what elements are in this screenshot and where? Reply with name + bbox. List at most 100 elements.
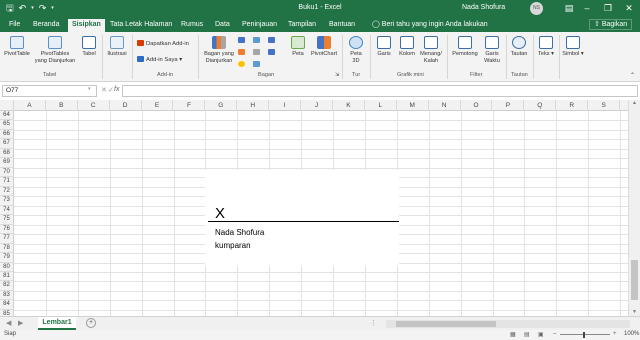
tab-insert[interactable]: Sisipkan <box>68 19 105 32</box>
timeline-button[interactable]: Garis Waktu <box>481 36 503 64</box>
tab-split-handle-icon[interactable]: ⋮ <box>370 319 377 327</box>
ribbon-display-options-icon[interactable]: ▤ <box>562 2 576 14</box>
line-chart-button[interactable] <box>238 49 247 56</box>
column-header[interactable]: K <box>333 100 365 111</box>
row-header[interactable]: 83 <box>0 290 14 301</box>
sheet-tab-lembar1[interactable]: Lembar1 <box>38 317 76 330</box>
recommended-charts-button[interactable]: Bagan yang Dianjurkan <box>201 36 237 64</box>
tab-home[interactable]: Beranda <box>33 20 59 30</box>
add-sheet-icon[interactable]: + <box>86 318 96 328</box>
row-header[interactable]: 84 <box>0 300 14 310</box>
row-header[interactable]: 82 <box>0 281 14 291</box>
sparkline-column-button[interactable]: Kolom <box>396 36 418 58</box>
sparkline-winloss-button[interactable]: Menang/Kalah <box>418 36 444 64</box>
column-header[interactable]: H <box>237 100 270 111</box>
row-header[interactable]: 68 <box>0 148 14 159</box>
slicer-button[interactable]: Pemotong <box>451 36 479 58</box>
column-header[interactable]: A <box>14 100 46 111</box>
insert-function-icon[interactable]: fx <box>114 86 119 93</box>
row-header[interactable]: 67 <box>0 139 14 149</box>
sparkline-line-button[interactable]: Garis <box>373 36 395 58</box>
column-header[interactable]: F <box>174 100 206 111</box>
zoom-slider[interactable] <box>560 334 610 335</box>
signature-line[interactable]: X Nada Shofura kumparan <box>205 170 399 266</box>
vertical-scroll-thumb[interactable] <box>631 260 638 300</box>
column-header[interactable]: J <box>301 100 333 111</box>
waterfall-chart-button[interactable] <box>253 49 262 56</box>
pivottable-button[interactable]: PivotTable <box>4 36 30 58</box>
collapse-ribbon-icon[interactable]: ⌃ <box>630 72 635 79</box>
combo-chart-button[interactable] <box>268 49 277 56</box>
statistic-chart-button[interactable] <box>268 37 277 44</box>
row-header[interactable]: 72 <box>0 186 14 197</box>
row-header[interactable]: 71 <box>0 177 14 187</box>
cancel-icon[interactable]: ✕ <box>101 86 107 94</box>
name-box[interactable]: O77 <box>2 85 97 97</box>
link-button[interactable]: Tautan <box>508 36 530 58</box>
select-all-button[interactable] <box>0 100 14 111</box>
minimize-icon[interactable]: – <box>580 2 594 14</box>
worksheet-grid[interactable]: ABCDEFGHIJKLMNOPQRS X Nada Shofura kumpa… <box>0 100 628 316</box>
close-icon[interactable]: ✕ <box>622 2 636 14</box>
symbol-button[interactable]: Simbol ▾ <box>562 36 584 58</box>
zoom-out-icon[interactable]: – <box>553 331 556 337</box>
column-header[interactable]: I <box>269 100 302 111</box>
pivotchart-button[interactable]: PivotChart <box>309 36 339 58</box>
scroll-down-icon[interactable]: ▼ <box>629 309 640 315</box>
charts-dialog-launcher-icon[interactable]: ⇲ <box>335 72 339 78</box>
column-chart-button[interactable] <box>238 37 247 44</box>
user-name[interactable]: Nada Shofura <box>462 4 505 11</box>
text-button[interactable]: Teks ▾ <box>536 36 556 58</box>
avatar[interactable]: NS <box>530 2 543 15</box>
column-header[interactable]: G <box>205 100 238 111</box>
illustrations-button[interactable]: Ilustrasi <box>104 36 130 58</box>
row-header[interactable]: 77 <box>0 234 14 244</box>
zoom-level[interactable]: 100% <box>624 331 639 337</box>
page-break-view-icon[interactable]: ▣ <box>538 331 544 338</box>
row-header[interactable]: 75 <box>0 215 14 225</box>
zoom-slider-knob[interactable] <box>583 332 585 338</box>
horizontal-scrollbar[interactable] <box>386 320 630 328</box>
tab-review[interactable]: Peninjauan <box>242 20 277 30</box>
chevron-down-icon[interactable]: ▾ <box>88 86 91 92</box>
row-header[interactable]: 70 <box>0 167 14 178</box>
maps-button[interactable]: Peta <box>289 36 307 58</box>
row-header[interactable]: 69 <box>0 158 14 168</box>
row-header[interactable]: 81 <box>0 271 14 282</box>
row-header[interactable]: 73 <box>0 196 14 206</box>
recommended-pivottables-button[interactable]: PivotTables yang Dianjurkan <box>34 36 76 64</box>
row-header[interactable]: 76 <box>0 224 14 235</box>
row-header[interactable]: 64 <box>0 111 14 121</box>
column-header[interactable]: L <box>365 100 397 111</box>
tab-file[interactable]: File <box>9 20 20 30</box>
tab-view[interactable]: Tampilan <box>288 20 316 30</box>
next-sheet-icon[interactable]: ▶ <box>18 319 23 327</box>
share-button[interactable]: ⇧ Bagikan <box>589 19 633 30</box>
get-addins-button[interactable]: Dapatkan Add-in <box>137 40 189 47</box>
page-layout-view-icon[interactable]: ▤ <box>524 331 530 338</box>
column-header[interactable]: Q <box>524 100 557 111</box>
column-header[interactable]: C <box>78 100 110 111</box>
tab-data[interactable]: Data <box>215 20 230 30</box>
tab-page-layout[interactable]: Tata Letak Halaman <box>110 20 172 30</box>
column-header[interactable]: O <box>461 100 493 111</box>
scroll-up-icon[interactable]: ▲ <box>629 100 640 106</box>
column-header[interactable]: P <box>493 100 525 111</box>
row-header[interactable]: 80 <box>0 262 14 272</box>
column-header[interactable]: B <box>46 100 78 111</box>
tab-formulas[interactable]: Rumus <box>181 20 203 30</box>
table-button[interactable]: Tabel <box>79 36 99 58</box>
hierarchy-chart-button[interactable] <box>253 37 262 44</box>
zoom-in-icon[interactable]: + <box>613 331 617 337</box>
row-header[interactable]: 65 <box>0 120 14 130</box>
scatter-chart-button[interactable] <box>253 61 262 68</box>
tell-me-search[interactable]: ◯ Beri tahu yang ingin Anda lakukan <box>372 20 488 28</box>
enter-icon[interactable]: ✓ <box>108 86 114 94</box>
column-header[interactable]: N <box>429 100 461 111</box>
maximize-icon[interactable]: ❐ <box>601 2 615 14</box>
prev-sheet-icon[interactable]: ◀ <box>6 319 11 327</box>
column-header[interactable]: M <box>397 100 429 111</box>
column-header[interactable]: S <box>588 100 621 111</box>
row-header[interactable]: 74 <box>0 205 14 216</box>
column-header[interactable]: D <box>110 100 142 111</box>
